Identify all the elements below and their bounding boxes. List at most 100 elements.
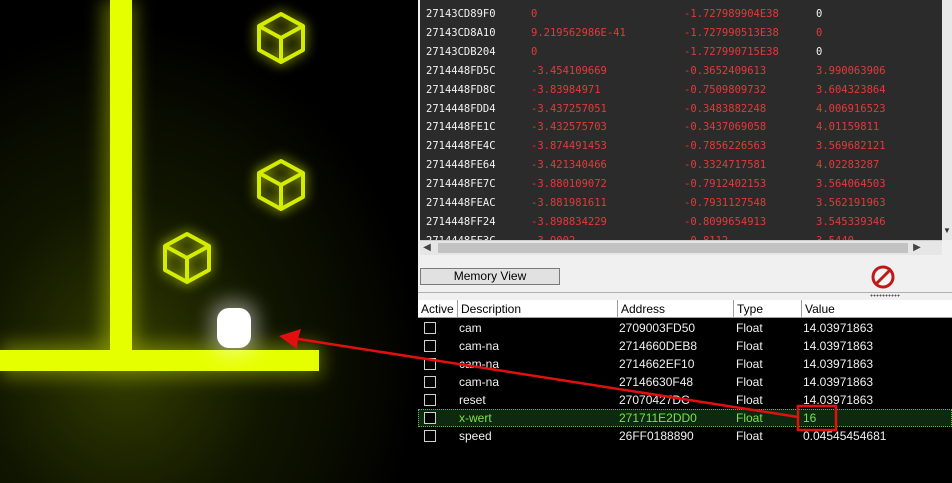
address-table-header: Active Description Address Type Value xyxy=(418,300,952,318)
cell-value: 16 xyxy=(803,411,817,425)
cheat-engine-panel: 27143CD89F0 0 -1.727989904E38 0 27143CD8A10 9… xyxy=(418,0,952,483)
active-checkbox[interactable] xyxy=(424,376,436,388)
memory-v1: 0 xyxy=(531,8,538,20)
memory-row[interactable]: 2714448FE64 -3.421340466 -0.3324717581 4.02… xyxy=(420,157,942,175)
memory-address: 2714448FE64 xyxy=(426,159,496,172)
memory-row[interactable]: 2714448FE7C -3.880109072 -0.7912402153 3.56… xyxy=(420,176,942,194)
active-checkbox[interactable] xyxy=(424,322,436,334)
memory-v1: -3.437257051 xyxy=(531,102,607,115)
memory-v1: -3.898834229 xyxy=(531,215,607,228)
memory-row[interactable]: 2714448FD8C -3.83984971 -0.7509809732 3.604… xyxy=(420,82,942,100)
cell-description: cam-na xyxy=(459,375,500,389)
memory-vertical-scrollbar[interactable]: ▼ xyxy=(942,0,952,240)
scroll-right-icon[interactable]: ▶ xyxy=(910,241,924,255)
cell-type: Float xyxy=(736,321,763,335)
memory-address: 2714448FE7C xyxy=(426,178,496,191)
header-type[interactable]: Type xyxy=(734,300,802,318)
memory-address: 2714448FF24 xyxy=(426,215,496,228)
cell-description: speed xyxy=(459,429,492,443)
memory-v2: -1.727989904E38 xyxy=(684,8,779,20)
memory-row[interactable]: 2714448FF24 -3.898834229 -0.8099654913 3.54… xyxy=(420,214,942,232)
memory-row[interactable]: 2714448FE1C -3.432575703 -0.3437069058 4.01… xyxy=(420,119,942,137)
header-value[interactable]: Value xyxy=(802,300,952,318)
memory-v1: -3.454109669 xyxy=(531,64,607,77)
table-row[interactable]: cam-na 27146630F48 Float 14.03971863 xyxy=(418,373,952,391)
player-capsule xyxy=(210,300,258,356)
memory-row[interactable]: 2714448FDD4 -3.437257051 -0.3483882248 4.00… xyxy=(420,101,942,119)
cell-description: cam-na xyxy=(459,357,500,371)
memory-row[interactable]: 27143CD89F0 0 -1.727989904E38 0 xyxy=(420,6,942,24)
active-checkbox[interactable] xyxy=(424,358,436,370)
memory-v2: -0.7856226563 xyxy=(684,140,767,153)
scroll-down-icon[interactable]: ▼ xyxy=(943,226,951,236)
memory-v3: 3.562191963 xyxy=(816,197,886,209)
memory-v3: 3.564064503 xyxy=(816,178,886,191)
memory-v3: 3.604323864 xyxy=(816,83,886,96)
memory-row[interactable]: 2714448FD5C -3.454109669 -0.3652409613 3.99… xyxy=(420,63,942,81)
table-row[interactable]: cam-na 2714660DEB8 Float 14.03971863 xyxy=(418,337,952,355)
cell-address: 2714662EF10 xyxy=(619,357,695,371)
memory-v2: -0.7912402153 xyxy=(684,178,767,191)
cell-value: 14.03971863 xyxy=(803,393,874,407)
memory-address: 2714448FEAC xyxy=(426,197,496,209)
scrollbar-thumb[interactable] xyxy=(438,243,908,253)
memory-address: 27143CD8A10 xyxy=(426,26,496,39)
memory-v1: -3.421340466 xyxy=(531,159,607,172)
memory-v3: 4.006916523 xyxy=(816,102,886,115)
memory-row[interactable]: 27143CD8A10 9.219562986E-41 -1.727990513E3… xyxy=(420,25,942,43)
table-row[interactable]: cam-na 2714662EF10 Float 14.03971863 xyxy=(418,355,952,373)
splitter-grip[interactable] xyxy=(870,294,900,297)
memory-v3: 3.569682121 xyxy=(816,140,886,153)
memory-v2: -0.3437069058 xyxy=(684,121,767,134)
scroll-left-icon[interactable]: ◀ xyxy=(420,241,434,255)
memory-address: 27143CD89F0 xyxy=(426,8,496,20)
game-viewport[interactable] xyxy=(0,0,418,483)
active-checkbox[interactable] xyxy=(424,340,436,352)
memory-v3: 3.545339346 xyxy=(816,215,886,228)
memory-address: 2714448FE4C xyxy=(426,140,496,153)
memory-v2: -0.7509809732 xyxy=(684,83,767,96)
neon-floor xyxy=(0,343,322,377)
table-row[interactable]: reset 27070427DC Float 14.03971863 xyxy=(418,391,952,409)
no-entry-icon[interactable] xyxy=(870,264,896,290)
memory-v1: -3.874491453 xyxy=(531,140,607,153)
table-row[interactable]: x-wert 271711E2DD0 Float 16 xyxy=(418,409,952,427)
cell-address: 27146630F48 xyxy=(619,375,694,389)
memory-address: 2714448FD8C xyxy=(426,83,496,96)
cell-value: 0.04545454681 xyxy=(803,429,887,443)
memory-v2: -0.3483882248 xyxy=(684,102,767,115)
memory-row[interactable]: 2714448FE4C -3.874491453 -0.7856226563 3.56… xyxy=(420,138,942,156)
cell-type: Float xyxy=(736,375,763,389)
memory-row[interactable]: 2714448FEAC -3.881981611 -0.7931127548 3.56… xyxy=(420,195,942,213)
table-row[interactable]: speed 26FF0188890 Float 0.04545454681 xyxy=(418,427,952,445)
memory-row[interactable]: 2714448FF3C-3.9002-0.81123.5440 xyxy=(420,233,942,240)
memory-v3: 4.02283287 xyxy=(816,159,880,172)
neon-wall-vertical xyxy=(102,0,136,352)
memory-address: 2714448FE1C xyxy=(426,121,496,134)
memory-v1: -3.83984971 xyxy=(531,83,601,96)
memory-scan-results[interactable]: 27143CD89F0 0 -1.727989904E38 0 27143CD8A10 9… xyxy=(420,0,942,240)
memory-v1: 0 xyxy=(531,45,538,58)
memory-address: 2714448FDD4 xyxy=(426,102,496,115)
header-address[interactable]: Address xyxy=(618,300,734,318)
cell-type: Float xyxy=(736,429,763,443)
memory-v2: -0.8099654913 xyxy=(684,215,767,228)
memory-row[interactable]: 27143CDB204 0 -1.727990715E38 0 xyxy=(420,44,942,62)
memory-v3: 3.990063906 xyxy=(816,64,886,77)
cell-address: 271711E2DD0 xyxy=(619,411,697,425)
cell-type: Float xyxy=(736,393,763,407)
memory-view-button[interactable]: Memory View xyxy=(420,268,560,285)
cell-address: 26FF0188890 xyxy=(619,429,694,443)
memory-v2: -0.3324717581 xyxy=(684,159,767,172)
memory-v1: -3.881981611 xyxy=(531,197,607,209)
cell-value: 14.03971863 xyxy=(803,339,874,353)
cell-value: 14.03971863 xyxy=(803,321,874,335)
active-checkbox[interactable] xyxy=(424,430,436,442)
active-checkbox[interactable] xyxy=(424,394,436,406)
header-description[interactable]: Description xyxy=(458,300,618,318)
active-checkbox[interactable] xyxy=(424,412,436,424)
address-table: Active Description Address Type Value ca… xyxy=(418,300,952,483)
memory-horizontal-scrollbar[interactable]: ◀ ▶ xyxy=(420,240,942,255)
header-active[interactable]: Active xyxy=(418,300,458,318)
table-row[interactable]: cam 2709003FD50 Float 14.03971863 xyxy=(418,319,952,337)
